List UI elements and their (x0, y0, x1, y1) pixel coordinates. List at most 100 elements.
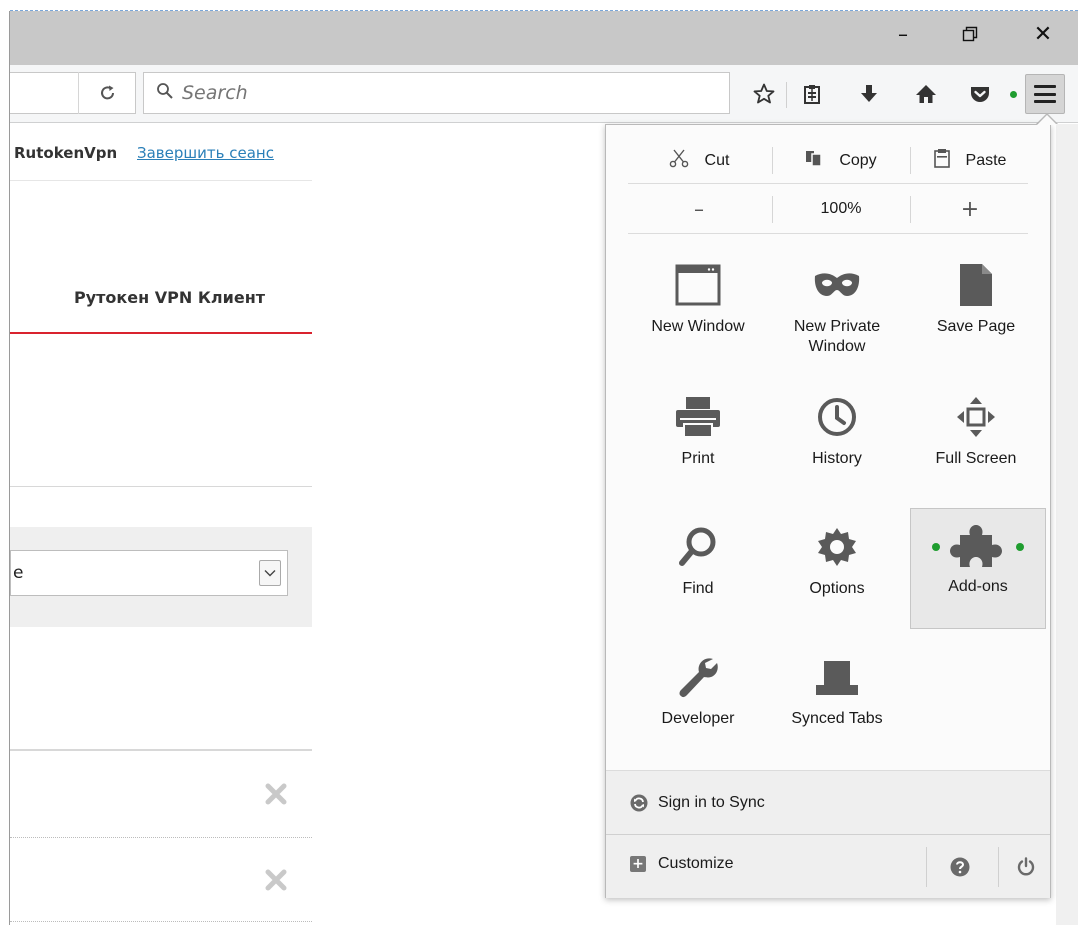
bookmark-star-icon (753, 83, 775, 104)
plus-square-icon: + (630, 856, 646, 872)
zoom-reset-button[interactable]: 100% (774, 184, 908, 234)
device-select[interactable]: e (10, 550, 288, 596)
close-button[interactable]: ✕ (1020, 11, 1066, 57)
user-name: RutokenVpn (14, 144, 118, 162)
pocket-button[interactable] (962, 76, 998, 112)
new-window-button[interactable]: New Window (630, 249, 766, 369)
scrollbar-track[interactable] (1056, 124, 1078, 925)
save-page-button[interactable]: Save Page (908, 249, 1044, 369)
select-value: e (13, 563, 24, 583)
new-private-window-button[interactable]: New Private Window (769, 249, 905, 369)
power-icon (1017, 857, 1035, 876)
options-label: Options (809, 580, 865, 597)
private-mask-icon (812, 257, 862, 313)
magnifier-icon (678, 519, 718, 575)
chevron-down-icon[interactable] (259, 560, 281, 586)
zoom-out-button[interactable]: – (628, 184, 770, 234)
section-divider (10, 486, 312, 487)
synced-tabs-button[interactable]: Synced Tabs (769, 641, 905, 761)
customize-label: Customize (658, 855, 734, 872)
full-screen-button[interactable]: Full Screen (908, 381, 1044, 501)
customize-button[interactable]: + Customize (630, 855, 734, 873)
home-button[interactable] (908, 76, 944, 112)
menu-panel: Cut Copy Paste – 100% + New Window New P… (605, 124, 1051, 898)
cut-button[interactable]: Cut (628, 137, 770, 184)
remove-row-icon[interactable] (262, 780, 290, 808)
zoom-in-button[interactable]: + (912, 184, 1028, 234)
downloads-button[interactable] (851, 76, 887, 112)
new-window-label: New Window (651, 318, 745, 335)
zoom-separator (772, 196, 773, 223)
scissors-icon (669, 148, 689, 173)
search-bar[interactable] (143, 72, 730, 114)
sign-in-sync-label: Sign in to Sync (658, 793, 765, 811)
panel-footer: + Customize (606, 834, 1050, 898)
reading-list-button[interactable] (794, 76, 830, 112)
restore-button[interactable] (947, 11, 993, 57)
find-button[interactable]: Find (630, 511, 766, 631)
toolbar-separator (786, 82, 787, 108)
copy-icon (805, 149, 823, 172)
print-button[interactable]: Print (630, 381, 766, 501)
help-button[interactable] (944, 851, 976, 883)
paste-button[interactable]: Paste (912, 137, 1028, 184)
list-divider (10, 749, 312, 751)
bookmark-star-button[interactable] (746, 76, 782, 112)
printer-icon (674, 389, 722, 445)
quit-button[interactable] (1010, 851, 1042, 883)
reload-button[interactable] (78, 72, 136, 114)
row-divider (10, 921, 312, 922)
addon-status-dot (1010, 91, 1017, 98)
cut-label: Cut (704, 151, 730, 169)
sign-in-sync-button[interactable]: Sign in to Sync (606, 770, 1050, 834)
reload-icon (100, 85, 114, 100)
new-private-window-label: New Private Window (793, 318, 881, 355)
copy-button[interactable]: Copy (774, 137, 908, 184)
options-button[interactable]: Options (769, 511, 905, 631)
developer-label: Developer (661, 710, 735, 727)
downloads-icon (861, 85, 877, 102)
find-label: Find (682, 580, 714, 597)
restore-icon (962, 26, 978, 42)
save-page-icon (958, 257, 994, 313)
gear-icon (816, 519, 858, 575)
history-button[interactable]: History (769, 381, 905, 501)
menu-icon (1034, 85, 1056, 103)
sync-icon (630, 794, 648, 812)
full-screen-label: Full Screen (935, 450, 1017, 467)
footer-separator (926, 847, 927, 887)
edit-separator (772, 147, 773, 174)
save-page-label: Save Page (936, 318, 1016, 335)
search-icon (156, 82, 174, 105)
home-icon (916, 85, 936, 103)
synced-tabs-icon (812, 649, 862, 705)
clipboard-icon (933, 148, 950, 173)
logout-link[interactable]: Завершить сеанс (137, 144, 274, 162)
remove-row-icon[interactable] (262, 866, 290, 894)
new-window-icon (675, 257, 721, 313)
developer-button[interactable]: Developer (630, 641, 766, 761)
puzzle-icon (928, 517, 1028, 573)
help-icon (950, 857, 970, 877)
title-underline (10, 332, 312, 334)
panel-arrow-fill (1037, 115, 1057, 125)
add-ons-button[interactable]: Add-ons (910, 508, 1046, 629)
page-title: Рутокен VPN Клиент (74, 288, 266, 307)
paste-label: Paste (965, 151, 1007, 169)
open-menu-button[interactable] (1025, 74, 1065, 114)
clock-icon (817, 389, 857, 445)
synced-tabs-label: Synced Tabs (791, 710, 883, 727)
wrench-icon (677, 649, 719, 705)
reading-list-icon (804, 85, 820, 104)
fullscreen-icon (955, 389, 997, 445)
history-label: History (812, 450, 862, 467)
row-divider (10, 837, 312, 838)
minimize-button[interactable]: – (880, 11, 926, 57)
edit-controls: Cut Copy Paste (628, 137, 1028, 184)
add-ons-label: Add-ons (948, 578, 1008, 595)
edit-separator (910, 147, 911, 174)
copy-label: Copy (839, 151, 877, 169)
footer-separator (998, 847, 999, 887)
search-input[interactable] (182, 82, 682, 104)
zoom-separator (910, 196, 911, 223)
